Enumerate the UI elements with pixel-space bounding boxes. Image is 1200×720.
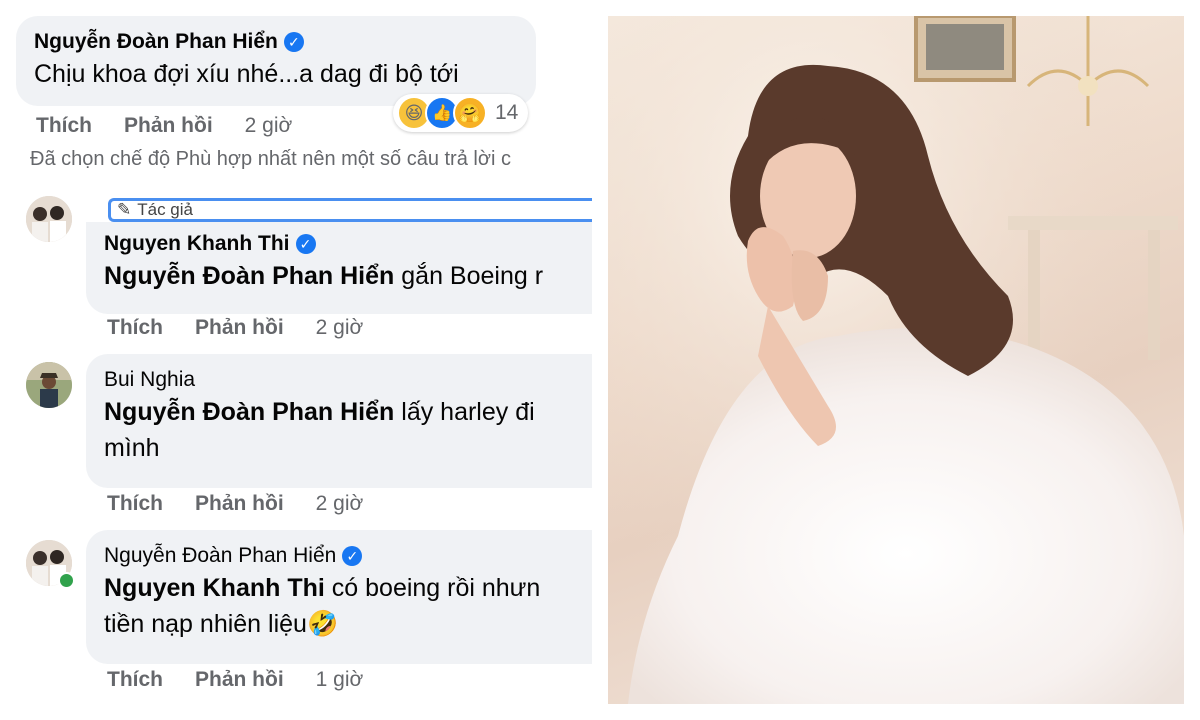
- verified-icon: ✓: [342, 546, 363, 566]
- author-name[interactable]: Nguyễn Đoàn Phan Hiển: [104, 542, 336, 570]
- comment-text: Chịu khoa đợi xíu nhé...a dag đi bộ tới: [34, 60, 459, 88]
- comment-text: Nguyễn Đoàn Phan Hiển gắn Boeing r: [104, 258, 592, 294]
- verified-icon: ✓: [295, 234, 316, 254]
- comment-thread: Nguyễn Đoàn Phan Hiển ✓ Chịu khoa đợi xí…: [0, 0, 592, 720]
- like-button[interactable]: Thích: [36, 114, 92, 138]
- portrait-photo: [608, 16, 1184, 704]
- comment-author[interactable]: Bui Nghia: [104, 366, 592, 394]
- online-status-indicator: [58, 572, 75, 589]
- comment-text-line-2: mình: [104, 434, 160, 462]
- comment-text-line-2: tiền nạp nhiên liệu🤣: [104, 606, 592, 642]
- comment-bubble: Bui Nghia Nguyễn Đoàn Phan Hiển lấy harl…: [86, 354, 592, 488]
- reply-button[interactable]: Phản hồi: [195, 316, 284, 340]
- avatar[interactable]: [26, 362, 72, 408]
- comment-bubble: Nguyen Khanh Thi ✓ Nguyễn Đoàn Phan Hiển…: [86, 222, 592, 314]
- comment-author[interactable]: Nguyễn Đoàn Phan Hiển ✓: [34, 28, 516, 56]
- verified-icon: ✓: [283, 32, 304, 52]
- comment-time[interactable]: 2 giờ: [316, 492, 364, 516]
- comment-actions: Thích Phản hồi 2 giờ: [107, 316, 363, 340]
- author-name[interactable]: Bui Nghia: [104, 366, 195, 394]
- comment-time[interactable]: 2 giờ: [316, 316, 364, 340]
- ranking-notice: Đã chọn chế độ Phù hợp nhất nên một số c…: [30, 148, 511, 170]
- like-button[interactable]: Thích: [107, 492, 163, 516]
- comment-body: lấy harley đi: [401, 398, 535, 426]
- care-icon: 🤗: [453, 96, 487, 130]
- avatar[interactable]: [26, 196, 72, 242]
- reply-button[interactable]: Phản hồi: [124, 114, 213, 138]
- author-name[interactable]: Nguyen Khanh Thi: [104, 230, 290, 258]
- comment-body-line-2: tiền nạp nhiên liệu: [104, 610, 307, 638]
- reactions-summary[interactable]: 😆 👍 🤗 14: [393, 94, 529, 132]
- comment-actions: Thích Phản hồi 2 giờ: [107, 492, 363, 516]
- comment-text: Nguyễn Đoàn Phan Hiển lấy harley đi: [104, 394, 592, 430]
- mention-link[interactable]: Nguyễn Đoàn Phan Hiển: [104, 398, 394, 426]
- badge-label: Tác giả: [137, 200, 193, 219]
- comment-actions: Thích Phản hồi 1 giờ: [107, 668, 363, 692]
- reply-button[interactable]: Phản hồi: [195, 668, 284, 692]
- comment-text: Nguyen Khanh Thi có boeing rồi nhưn: [104, 570, 592, 606]
- comment-author[interactable]: Nguyen Khanh Thi ✓: [104, 230, 592, 258]
- comment-author[interactable]: Nguyễn Đoàn Phan Hiển ✓: [104, 542, 592, 570]
- mention-link[interactable]: Nguyễn Đoàn Phan Hiển: [104, 262, 394, 290]
- comment-body: có boeing rồi nhưn: [331, 574, 541, 602]
- comment-body: gắn Boeing r: [401, 262, 544, 290]
- reply-button[interactable]: Phản hồi: [195, 492, 284, 516]
- reaction-count: 14: [495, 101, 519, 124]
- author-badge: ✎ Tác giả: [108, 198, 592, 222]
- like-button[interactable]: Thích: [107, 668, 163, 692]
- comment-bubble: Nguyễn Đoàn Phan Hiển ✓ Chịu khoa đợi xí…: [16, 16, 536, 106]
- rofl-emoji-icon: 🤣: [306, 610, 339, 638]
- comment-time[interactable]: 2 giờ: [245, 114, 293, 138]
- comment-time[interactable]: 1 giờ: [316, 668, 364, 692]
- like-button[interactable]: Thích: [107, 316, 163, 340]
- mention-link[interactable]: Nguyen Khanh Thi: [104, 574, 325, 602]
- pencil-icon: ✎: [117, 200, 132, 219]
- author-name[interactable]: Nguyễn Đoàn Phan Hiển: [34, 28, 278, 56]
- comment-bubble: Nguyễn Đoàn Phan Hiển ✓ Nguyen Khanh Thi…: [86, 530, 592, 664]
- comment-actions: Thích Phản hồi 2 giờ: [36, 114, 292, 138]
